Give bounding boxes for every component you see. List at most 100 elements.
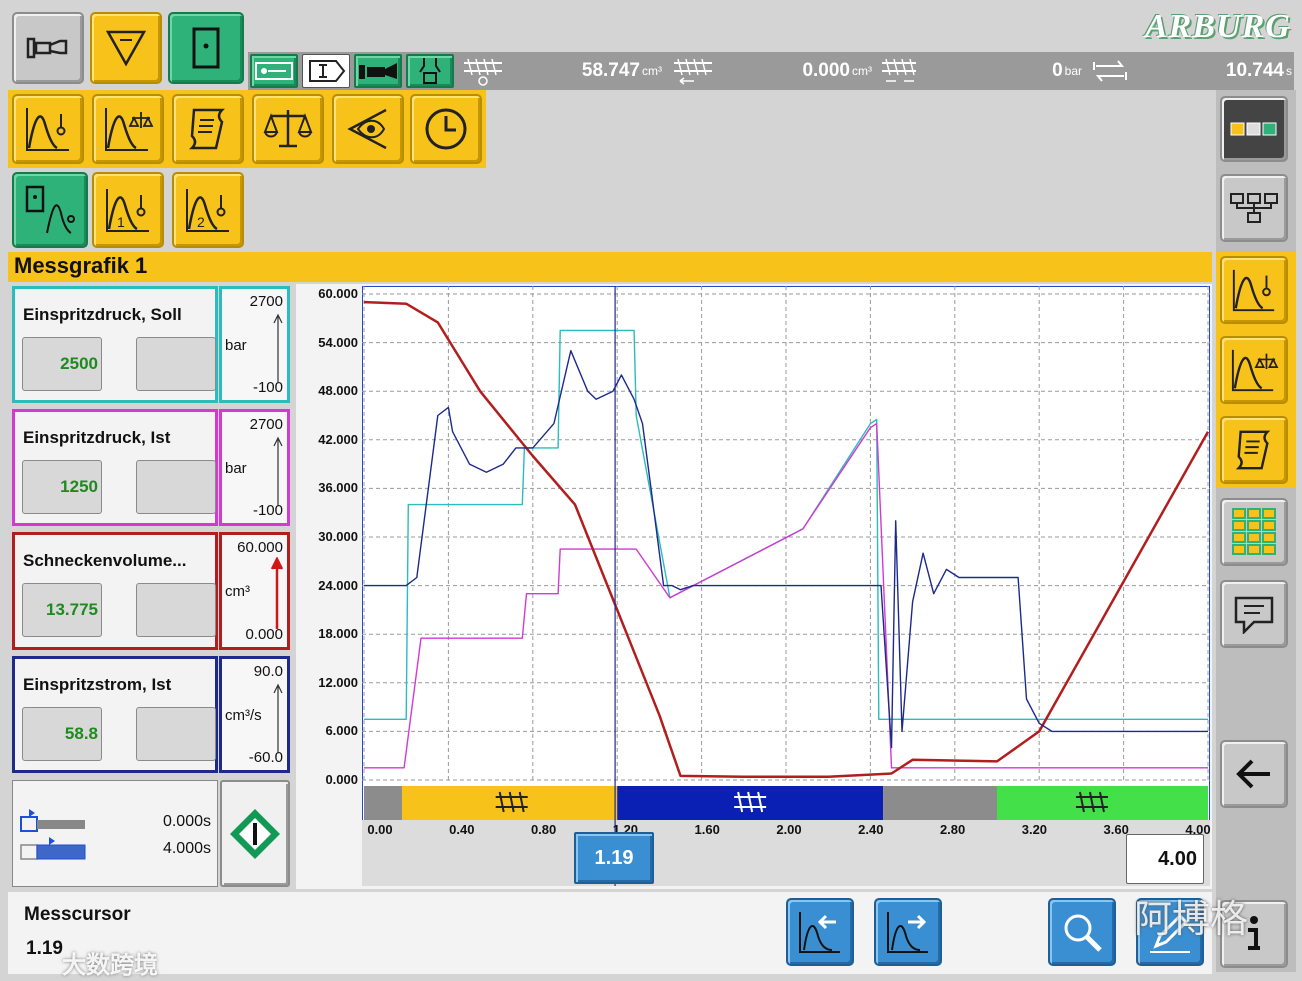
cursor-end-field[interactable]: 4.00 [1126, 834, 1204, 884]
phase-segment [883, 786, 997, 820]
y-tick-label: 0.000 [325, 772, 358, 787]
x-tick-label: 0.00 [367, 822, 393, 837]
side-graphics-button[interactable] [1220, 256, 1288, 324]
cycle-icon [1093, 60, 1127, 82]
machine-icon [26, 37, 68, 59]
watermark-right: 阿博格 [1134, 899, 1249, 941]
measurement-chart[interactable] [362, 286, 1210, 886]
signal-value-empty [136, 583, 216, 637]
back-button[interactable] [1220, 740, 1288, 808]
curve-arrow-left-icon [799, 912, 840, 953]
x-axis-labels: 0.00 0.40 0.80 1.20 1.60 2.00 2.40 2.80 3.20 3.60… [367, 822, 1210, 842]
x-tick-label: 1.60 [694, 822, 720, 837]
y-axis-labels: 60.000 54.000 48.000 42.000 36.000 30.000 24.0… [296, 286, 358, 787]
time-window-panel[interactable]: 0.000s 4.000s [12, 780, 218, 887]
signal-scale-setpoint-pressure[interactable]: 2700 bar -100 [219, 286, 290, 403]
injection-unit-icon [359, 63, 397, 79]
y-tick-label: 12.000 [318, 674, 358, 690]
screw-volume-readout: 58.747 cm³ [581, 60, 662, 81]
injection-unit-button[interactable] [354, 54, 402, 88]
magnifier-icon [1064, 914, 1102, 952]
structure-button[interactable] [1220, 174, 1288, 242]
tree-structure-icon [1230, 193, 1278, 223]
y-tick-label: 36.000 [318, 480, 358, 496]
mold-curve-icon [25, 185, 75, 234]
signal-name: Einspritzstrom, Ist [23, 675, 172, 694]
start-recording-button[interactable] [220, 780, 290, 887]
curve-balance-icon [1231, 349, 1279, 392]
warning-triangle-icon [105, 30, 147, 67]
signal-value-empty [136, 337, 216, 391]
phase-segment [364, 786, 402, 820]
zoom-button[interactable] [1048, 898, 1116, 966]
graphics-button[interactable] [12, 94, 84, 164]
signal-name: Einspritzdruck, Soll [23, 305, 182, 324]
scale-max: 90.0 [253, 663, 283, 680]
footer-bar [8, 892, 1212, 974]
arrow-left-icon [1236, 759, 1270, 789]
cursor-position-field[interactable]: 1.19 [574, 832, 654, 884]
curve-graph-icon [26, 108, 69, 151]
x-tick-label: 2.80 [939, 822, 966, 837]
y-tick-label: 48.000 [318, 383, 358, 399]
svg-text:1: 1 [117, 214, 125, 230]
mold-icon [192, 27, 220, 69]
measure-graphic-1-button[interactable]: 1 [92, 172, 164, 248]
signal-panel-screw-volume[interactable]: Schneckenvolume... 13.775 [12, 532, 218, 650]
start-diamond-icon [230, 808, 280, 859]
signal-name: Einspritzdruck, Ist [23, 428, 171, 447]
side-graph-tolerance-button[interactable] [1220, 336, 1288, 404]
protocol-button[interactable] [172, 94, 244, 164]
y-tick-label: 24.000 [318, 577, 358, 593]
eye-view-icon [347, 108, 387, 150]
cursor-right-button[interactable] [874, 898, 942, 966]
watermark-left: 大数跨境 [62, 952, 158, 979]
page-title-bar [8, 252, 1212, 282]
timer-button[interactable] [410, 94, 482, 164]
alarm-warning-button[interactable] [90, 12, 162, 84]
signal-scale-actual-pressure[interactable]: 2700 bar -100 [219, 409, 290, 526]
scale-unit: bar [225, 337, 247, 354]
scale-arrow-icon [270, 557, 284, 629]
signal-panel-setpoint-pressure[interactable]: Einspritzdruck, Soll 2500 [12, 286, 218, 403]
side-protocol-button[interactable] [1220, 416, 1288, 484]
mold-graphic-button[interactable] [12, 172, 88, 248]
monitoring-button[interactable] [332, 94, 404, 164]
scale-unit: cm³ [225, 583, 250, 600]
cursor-left-button[interactable] [786, 898, 854, 966]
document-icon [188, 108, 226, 150]
layout-toggle-button[interactable] [1220, 96, 1288, 162]
access-key-button[interactable] [250, 54, 298, 88]
keypad-button[interactable] [1220, 498, 1288, 566]
gripper-button[interactable] [406, 54, 454, 88]
signal-panel-actual-pressure[interactable]: Einspritzdruck, Ist 1250 [12, 409, 218, 526]
message-icon [1234, 596, 1274, 634]
x-tick-label: 3.20 [1021, 822, 1048, 837]
signal-value-empty [136, 460, 216, 514]
message-button[interactable] [1220, 580, 1288, 648]
signal-value: 58.8 [22, 707, 102, 761]
x-tick-label: 0.80 [530, 822, 557, 837]
cursor-position-value: 1.19 [594, 846, 634, 869]
scale-max: 2700 [249, 416, 283, 433]
y-tick-label: 42.000 [318, 431, 358, 447]
signal-panel-injection-flow[interactable]: Einspritzstrom, Ist 58.8 [12, 656, 218, 773]
y-tick-label: 54.000 [318, 334, 358, 350]
mold-button[interactable] [168, 12, 244, 84]
clock-icon [425, 108, 467, 150]
graph-tolerance-button[interactable] [92, 94, 164, 164]
scale-arrow-icon [273, 313, 283, 383]
quality-button[interactable] [252, 94, 324, 164]
cycle-time-readout: 10.744 s [1225, 60, 1292, 81]
screw-volume-icon [464, 58, 502, 86]
pressure-icon [882, 58, 916, 82]
setup-mode-button[interactable] [302, 54, 350, 88]
cursor-end-value: 4.00 [1158, 847, 1197, 870]
signal-scale-injection-flow[interactable]: 90.0 cm³/s -60.0 [219, 656, 290, 773]
curve-balance-icon [105, 108, 154, 151]
cursor-readout: 1.19 [26, 938, 63, 959]
signal-scale-screw-volume[interactable]: 60.000 cm³ 0.000 [219, 532, 290, 650]
three-tiles-icon [1230, 122, 1277, 136]
machine-overview-button[interactable] [12, 12, 84, 84]
measure-graphic-2-button[interactable]: 2 [172, 172, 244, 248]
